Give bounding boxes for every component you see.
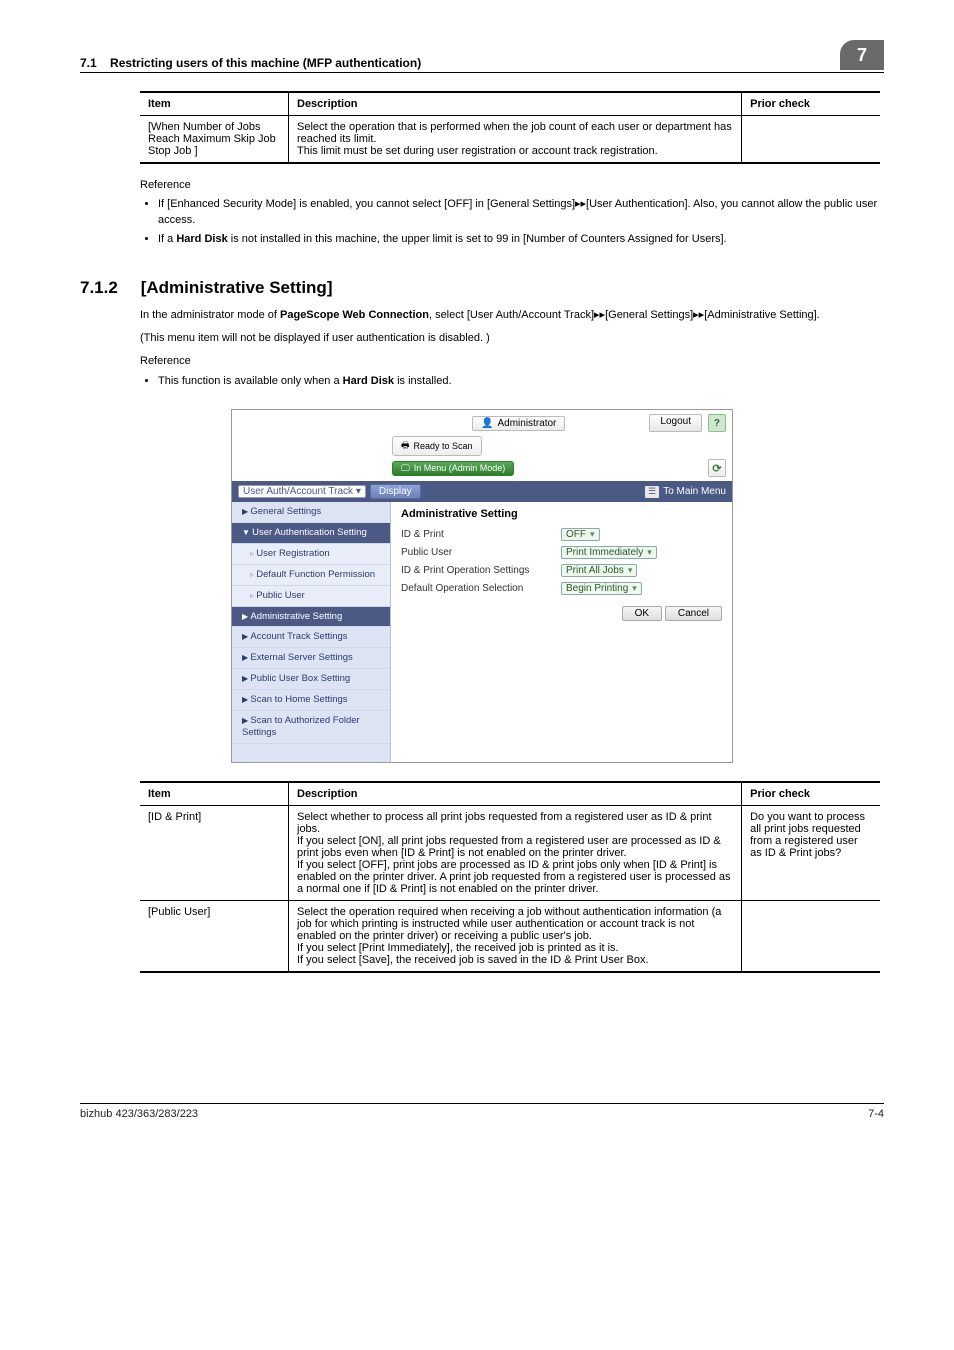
col-item-header: Item — [140, 92, 289, 116]
status-menu-mode: 🖵 In Menu (Admin Mode) — [392, 461, 514, 476]
admin-screenshot: Administrator Logout ? 🖶 Ready to Scan 🖵… — [231, 409, 733, 763]
sidebar-item-account-track-settings[interactable]: Account Track Settings — [232, 627, 390, 648]
cancel-button[interactable]: Cancel — [665, 606, 722, 621]
reference-label: Reference — [140, 354, 884, 369]
to-main-menu-link[interactable]: ☰ To Main Menu — [645, 486, 726, 498]
sidebar-item-administrative-setting[interactable]: Administrative Setting — [232, 607, 390, 628]
status-ready: 🖶 Ready to Scan — [392, 436, 482, 456]
col-prior-header: Prior check — [742, 782, 880, 806]
header-section-title: Restricting users of this machine (MFP a… — [110, 56, 421, 70]
sidebar: General Settings User Authentication Set… — [232, 502, 391, 762]
sidebar-item-public-user-box-setting[interactable]: Public User Box Setting — [232, 669, 390, 690]
sidebar-item-general-settings[interactable]: General Settings — [232, 502, 390, 523]
logout-button[interactable]: Logout — [649, 414, 702, 432]
form-label: Public User — [401, 547, 561, 558]
nav-select[interactable]: User Auth/Account Track ▾ — [238, 485, 366, 498]
ok-button[interactable]: OK — [622, 606, 662, 621]
form-label: ID & Print Operation Settings — [401, 565, 561, 576]
col-prior-header: Prior check — [742, 92, 880, 116]
form-row-default-op: Default Operation Selection Begin Printi… — [401, 582, 722, 595]
screen-icon: 🖵 — [401, 463, 410, 474]
section-number: 7.1.2 — [80, 278, 136, 298]
col-desc-header: Description — [289, 782, 742, 806]
chevron-down-icon: ▾ — [356, 486, 361, 497]
reference-item: If a Hard Disk is not installed in this … — [158, 232, 884, 247]
page-badge: 7 — [840, 40, 884, 70]
sidebar-item-user-registration[interactable]: User Registration — [232, 544, 390, 565]
col-item-header: Item — [140, 782, 289, 806]
form-row-public-user: Public User Print Immediately — [401, 546, 722, 559]
table-admin-setting: Item Description Prior check [ID & Print… — [140, 781, 880, 973]
sidebar-item-external-server-settings[interactable]: External Server Settings — [232, 648, 390, 669]
sidebar-item-scan-to-home-settings[interactable]: Scan to Home Settings — [232, 690, 390, 711]
col-desc-header: Description — [289, 92, 742, 116]
header-section-no: 7.1 — [80, 56, 97, 70]
section-title-text: [Administrative Setting] — [141, 278, 333, 297]
reference-item: This function is available only when a H… — [158, 374, 884, 389]
table-row: [When Number of Jobs Reach Maximum Skip … — [140, 116, 880, 164]
administrator-label: Administrator — [497, 418, 556, 429]
reference-label: Reference — [140, 178, 884, 193]
table-row: [ID & Print] Select whether to process a… — [140, 806, 880, 901]
default-op-select[interactable]: Begin Printing — [561, 582, 642, 595]
cell-desc: Select whether to process all print jobs… — [289, 806, 742, 901]
cell-prior — [742, 116, 880, 164]
table-row: [Public User] Select the operation requi… — [140, 901, 880, 973]
section-para-1: In the administrator mode of PageScope W… — [140, 308, 884, 323]
cell-item: [When Number of Jobs Reach Maximum Skip … — [140, 116, 289, 164]
cell-prior: Do you want to process all print jobs re… — [742, 806, 880, 901]
cell-item: [ID & Print] — [140, 806, 289, 901]
reference-item: If [Enhanced Security Mode] is enabled, … — [158, 197, 884, 228]
sidebar-item-scan-to-authorized-folder[interactable]: Scan to Authorized Folder Settings — [232, 711, 390, 744]
footer-right: 7-4 — [868, 1108, 884, 1120]
id-print-select[interactable]: OFF — [561, 528, 600, 541]
form-row-id-print-op: ID & Print Operation Settings Print All … — [401, 564, 722, 577]
content-title: Administrative Setting — [401, 508, 722, 520]
administrator-badge: Administrator — [472, 416, 565, 431]
reference-block-2: Reference This function is available onl… — [140, 354, 884, 389]
section-heading: 7.1.2 [Administrative Setting] — [80, 278, 884, 298]
footer-left: bizhub 423/363/283/223 — [80, 1108, 198, 1120]
id-print-op-select[interactable]: Print All Jobs — [561, 564, 637, 577]
section-para-2: (This menu item will not be displayed if… — [140, 331, 884, 346]
reference-block-1: Reference If [Enhanced Security Mode] is… — [140, 178, 884, 248]
display-button[interactable]: Display — [370, 484, 421, 499]
sidebar-item-default-function-permission[interactable]: Default Function Permission — [232, 565, 390, 586]
person-icon — [481, 418, 493, 429]
cell-desc: Select the operation required when recei… — [289, 901, 742, 973]
sidebar-item-public-user[interactable]: Public User — [232, 586, 390, 607]
sidebar-item-user-auth-setting[interactable]: User Authentication Setting — [232, 523, 390, 544]
form-row-id-print: ID & Print OFF — [401, 528, 722, 541]
cell-prior — [742, 901, 880, 973]
cell-desc: Select the operation that is performed w… — [289, 116, 742, 164]
cell-item: [Public User] — [140, 901, 289, 973]
printer-icon: 🖶 — [401, 438, 410, 454]
help-icon[interactable]: ? — [708, 414, 726, 432]
page-footer: bizhub 423/363/283/223 7-4 — [80, 1103, 884, 1150]
refresh-icon[interactable] — [708, 459, 726, 477]
public-user-select[interactable]: Print Immediately — [561, 546, 657, 559]
form-label: ID & Print — [401, 529, 561, 540]
table-job-limit: Item Description Prior check [When Numbe… — [140, 91, 880, 164]
menu-icon: ☰ — [645, 486, 659, 498]
form-label: Default Operation Selection — [401, 583, 561, 594]
